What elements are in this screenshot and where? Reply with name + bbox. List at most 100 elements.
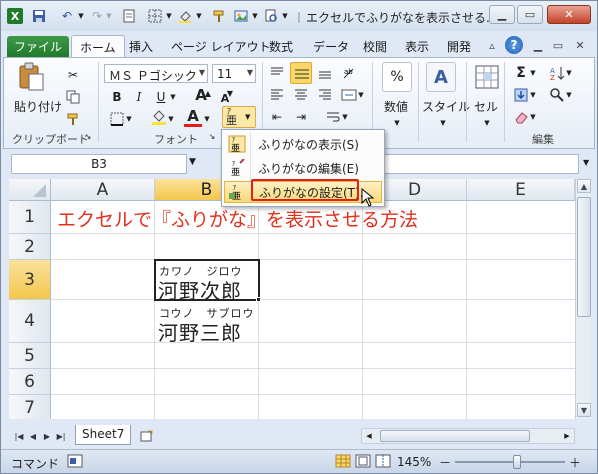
fill-handle[interactable] xyxy=(256,297,261,302)
page-break-view-icon[interactable] xyxy=(375,454,391,471)
align-right-icon[interactable] xyxy=(316,86,334,104)
percent-icon[interactable]: % xyxy=(382,62,412,92)
name-box-dropdown-icon[interactable]: ▼ xyxy=(189,157,196,167)
row-header-3[interactable]: 3 xyxy=(9,260,51,300)
prev-sheet-icon[interactable]: ◀ xyxy=(27,429,39,443)
row-header-6[interactable]: 6 xyxy=(9,369,51,395)
styles-dropdown-icon[interactable]: ▼ xyxy=(434,114,452,132)
name-box[interactable]: B3 xyxy=(11,154,187,174)
format-painter-button-icon[interactable] xyxy=(64,110,82,128)
format-painter-icon[interactable] xyxy=(211,8,227,24)
print-preview-icon[interactable] xyxy=(121,8,137,24)
vertical-scrollbar[interactable]: ▲ ▼ xyxy=(575,179,591,419)
tab-home[interactable]: ホーム xyxy=(71,35,125,58)
align-bottom-icon[interactable] xyxy=(316,64,334,82)
redo-dropdown-icon[interactable]: ▼ xyxy=(101,8,117,24)
menu-item-edit-furigana[interactable]: ｱ亜 ふりがなの編集(E) xyxy=(224,157,382,179)
tab-view[interactable]: 表示 xyxy=(405,38,429,55)
paste-icon[interactable] xyxy=(16,62,46,92)
column-header-e[interactable]: E xyxy=(467,179,575,201)
font-launcher-icon[interactable]: ↘ xyxy=(206,130,218,142)
scroll-down-icon[interactable]: ▼ xyxy=(577,403,591,417)
furigana-button[interactable]: ｱ 亜 ▼ xyxy=(222,106,256,128)
tab-formulas[interactable]: 数式 xyxy=(269,38,293,55)
fill-dropdown-icon[interactable]: ▼ xyxy=(166,110,176,128)
close-button[interactable]: ✕ xyxy=(547,5,591,24)
doc-minimize-icon[interactable]: ▁ xyxy=(531,38,545,52)
decrease-indent-icon[interactable]: ⇤ xyxy=(268,108,286,126)
paste-button[interactable]: 貼り付け xyxy=(14,98,62,115)
zoom-out-button[interactable]: － xyxy=(439,454,451,471)
align-middle-button[interactable] xyxy=(290,62,312,84)
macro-record-icon[interactable] xyxy=(67,454,83,471)
border-dropdown-icon[interactable]: ▼ xyxy=(161,8,177,24)
italic-button[interactable]: I xyxy=(130,88,148,106)
clear-dropdown-icon[interactable]: ▼ xyxy=(528,108,538,126)
zoom-level[interactable]: 145% xyxy=(397,455,431,469)
select-all-button[interactable] xyxy=(9,179,51,201)
cell-b3-value[interactable]: 河野次郎 xyxy=(158,275,242,304)
copy-icon[interactable] xyxy=(64,88,82,106)
find-dropdown-icon[interactable]: ▼ xyxy=(564,86,574,104)
font-size-select[interactable]: 11 ▼ xyxy=(212,64,256,83)
menu-item-show-furigana[interactable]: ｱ亜 ふりがなの表示(S) xyxy=(224,133,382,155)
tab-developer[interactable]: 開発 xyxy=(447,38,471,55)
horizontal-scrollbar[interactable]: ◀ ▶ xyxy=(361,428,575,444)
align-left-icon[interactable] xyxy=(268,86,286,104)
first-sheet-icon[interactable]: |◀ xyxy=(13,429,25,443)
formula-expand-icon[interactable]: ▼ xyxy=(583,158,589,167)
tab-data[interactable]: データ xyxy=(313,38,349,55)
doc-close-icon[interactable]: ✕ xyxy=(573,38,587,52)
fill-dropdown-icon[interactable]: ▼ xyxy=(191,8,207,24)
fill-down-dropdown-icon[interactable]: ▼ xyxy=(528,86,538,104)
restore-button[interactable]: ▭ xyxy=(517,5,543,24)
cells-dropdown-icon[interactable]: ▼ xyxy=(478,114,496,132)
next-sheet-icon[interactable]: ▶ xyxy=(41,429,53,443)
cell-b4-value[interactable]: 河野三郎 xyxy=(158,317,242,346)
bold-button[interactable]: B xyxy=(108,88,126,106)
font-color-button[interactable]: A xyxy=(184,107,202,125)
sort-dropdown-icon[interactable]: ▼ xyxy=(564,64,574,82)
zoom-in-button[interactable]: ＋ xyxy=(569,454,581,471)
sheet-tab-sheet7[interactable]: Sheet7 xyxy=(75,425,132,445)
cells-icon[interactable] xyxy=(472,62,502,92)
file-tab[interactable]: ファイル xyxy=(7,36,69,57)
column-header-a[interactable]: A xyxy=(51,179,155,201)
hscroll-thumb[interactable] xyxy=(380,430,530,442)
last-sheet-icon[interactable]: ▶| xyxy=(55,429,67,443)
row-header-4[interactable]: 4 xyxy=(9,300,51,343)
underline-dropdown-icon[interactable]: ▼ xyxy=(168,88,178,106)
zoom-slider-track[interactable] xyxy=(455,461,565,463)
row-header-2[interactable]: 2 xyxy=(9,234,51,260)
save-icon[interactable] xyxy=(31,8,47,24)
styles-button[interactable]: スタイル xyxy=(422,98,470,115)
minimize-button[interactable]: ▁ xyxy=(489,5,515,24)
scroll-up-icon[interactable]: ▲ xyxy=(577,179,591,193)
borders-dropdown-icon[interactable]: ▼ xyxy=(124,110,134,128)
increase-indent-icon[interactable]: ⇥ xyxy=(292,108,310,126)
help-icon[interactable]: ? xyxy=(505,36,523,54)
scroll-thumb[interactable] xyxy=(577,197,591,317)
zoom-slider-thumb[interactable] xyxy=(513,455,521,469)
styles-icon[interactable]: A xyxy=(426,62,456,92)
number-button[interactable]: 数値 xyxy=(384,98,408,115)
row-header-1[interactable]: 1 xyxy=(9,201,51,234)
autosum-dropdown-icon[interactable]: ▼ xyxy=(528,64,538,82)
wrap-dropdown-icon[interactable]: ▼ xyxy=(340,108,350,126)
scroll-right-icon[interactable]: ▶ xyxy=(560,429,574,443)
formula-input[interactable] xyxy=(383,154,579,174)
font-color-dropdown-icon[interactable]: ▼ xyxy=(202,110,212,128)
font-name-select[interactable]: ＭＳ Ｐゴシック ▼ xyxy=(104,64,208,83)
align-top-icon[interactable] xyxy=(268,64,286,82)
tab-insert[interactable]: 挿入 xyxy=(129,38,153,55)
doc-restore-icon[interactable]: ▭ xyxy=(551,38,565,52)
normal-view-icon[interactable] xyxy=(335,454,351,471)
text-orientation-icon[interactable]: ab xyxy=(340,64,358,82)
merge-dropdown-icon[interactable]: ▼ xyxy=(356,86,366,104)
excel-app-icon[interactable]: X xyxy=(7,8,23,24)
clipboard-launcher-icon[interactable]: ↘ xyxy=(82,130,94,142)
cells-button[interactable]: セル xyxy=(474,98,498,115)
scroll-left-icon[interactable]: ◀ xyxy=(362,429,376,443)
undo-dropdown-icon[interactable]: ▼ xyxy=(73,8,89,24)
cut-icon[interactable]: ✂ xyxy=(64,66,82,84)
